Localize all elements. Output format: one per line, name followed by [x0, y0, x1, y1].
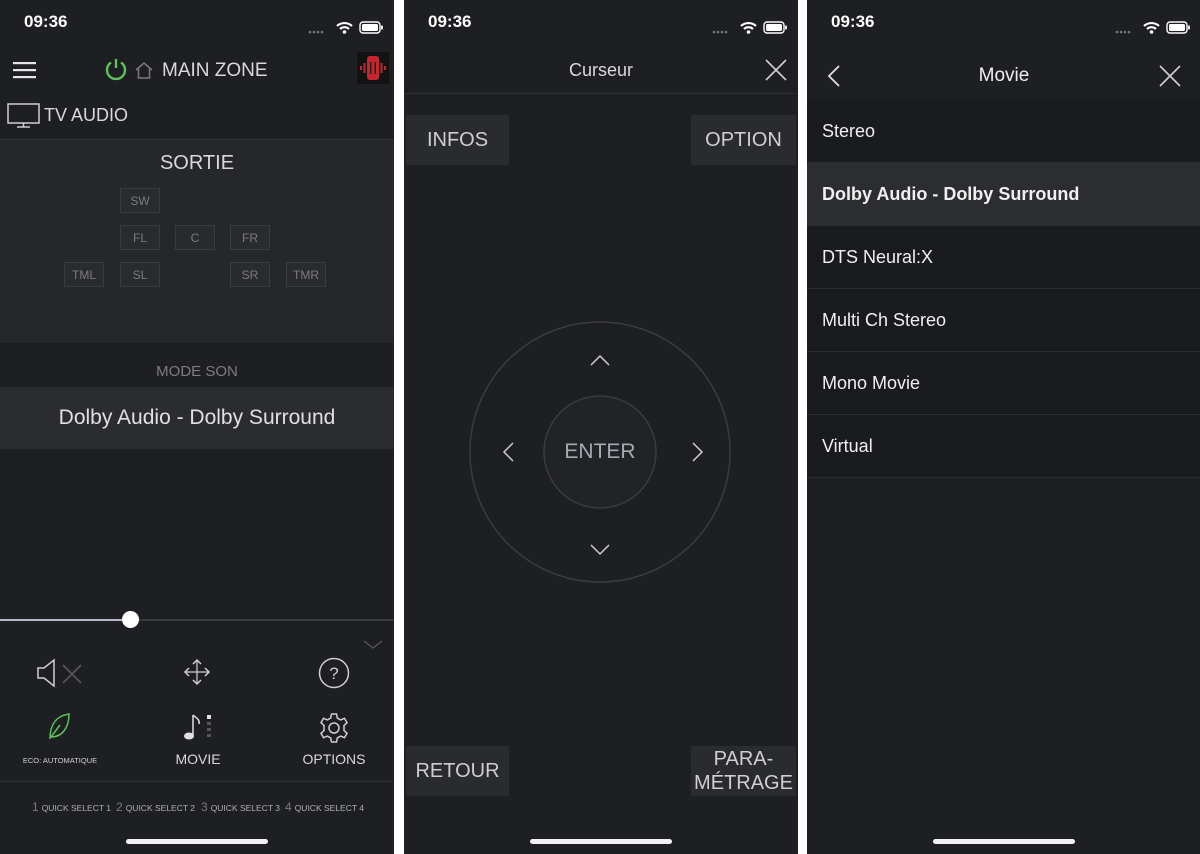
arrow-right-icon[interactable]	[692, 442, 704, 462]
output-panel: SORTIE SW FL C FR TML SL SR TMR	[0, 139, 394, 343]
status-icons	[712, 21, 787, 34]
volume-knob[interactable]	[122, 611, 140, 628]
quick-select-3[interactable]: 3 QUICK SELECT 3	[201, 800, 280, 814]
main-zone-screen: 09:36 MAIN ZONE TV AUDIO SORTIE SW FL C …	[0, 0, 394, 854]
enter-button[interactable]: ENTER	[544, 440, 656, 464]
close-icon[interactable]	[1159, 65, 1181, 87]
music-note-icon[interactable]	[181, 713, 215, 745]
quick-select-1[interactable]: 1 QUICK SELECT 1	[32, 800, 111, 814]
status-icons	[308, 21, 383, 34]
volume-fill	[0, 619, 131, 621]
options-label[interactable]: OPTIONS	[274, 751, 394, 767]
sound-mode-value[interactable]: Dolby Audio - Dolby Surround	[0, 387, 394, 449]
app-logo[interactable]	[357, 52, 389, 84]
speaker-sr: SR	[230, 262, 270, 287]
status-time: 09:36	[24, 12, 68, 31]
speaker-fl: FL	[120, 225, 160, 250]
screen-title: Curseur	[568, 60, 634, 80]
speaker-c: C	[175, 225, 215, 250]
movie-label[interactable]: MOVIE	[138, 751, 258, 767]
eco-label[interactable]: ECO: AUTOMATIQUE	[0, 756, 120, 765]
speaker-tmr: TMR	[286, 262, 326, 287]
retour-button[interactable]: RETOUR	[406, 746, 509, 796]
speaker-sl: SL	[120, 262, 160, 287]
list-item[interactable]: Multi Ch Stereo	[807, 289, 1200, 352]
speaker-tml: TML	[64, 262, 104, 287]
speaker-sw: SW	[120, 188, 160, 213]
home-indicator[interactable]	[933, 839, 1075, 844]
chevron-down-icon[interactable]	[363, 640, 383, 650]
arrow-left-icon[interactable]	[502, 442, 514, 462]
svg-text:?: ?	[329, 664, 338, 683]
movie-mode-screen: 09:36 Movie Stereo Dolby Audio - Dolby S…	[807, 0, 1200, 854]
list-item[interactable]: DTS Neural:X	[807, 226, 1200, 289]
home-indicator[interactable]	[530, 839, 672, 844]
mute-icon[interactable]	[36, 657, 86, 689]
sound-mode-list: Stereo Dolby Audio - Dolby Surround DTS …	[807, 100, 1200, 478]
list-item[interactable]: Mono Movie	[807, 352, 1200, 415]
menu-icon[interactable]	[13, 61, 36, 79]
quick-select-2[interactable]: 2 QUICK SELECT 2	[116, 800, 195, 814]
arrow-down-icon[interactable]	[590, 544, 610, 556]
sound-mode-header: MODE SON	[156, 363, 238, 380]
heos-logo-icon	[360, 56, 386, 80]
parametrage-button[interactable]: PARA- MÉTRAGE	[691, 746, 796, 796]
screen-title: Movie	[978, 65, 1030, 86]
close-icon[interactable]	[765, 59, 787, 81]
volume-slider[interactable]	[0, 611, 394, 628]
arrow-up-icon[interactable]	[590, 354, 610, 366]
status-time: 09:36	[831, 12, 875, 31]
help-icon[interactable]: ?	[318, 657, 350, 689]
divider	[404, 93, 798, 94]
cursor-screen: 09:36 Curseur INFOS OPTION ENTER RETOUR …	[404, 0, 798, 854]
source-label[interactable]: TV AUDIO	[44, 105, 128, 126]
zone-title[interactable]: MAIN ZONE	[162, 60, 268, 82]
output-header: SORTIE	[159, 152, 235, 174]
cursor-move-icon[interactable]	[183, 658, 211, 686]
home-indicator[interactable]	[126, 839, 268, 844]
list-item-selected[interactable]: Dolby Audio - Dolby Surround	[807, 163, 1200, 226]
gear-icon[interactable]	[318, 712, 350, 744]
quick-select-4[interactable]: 4 QUICK SELECT 4	[285, 800, 364, 814]
list-item[interactable]: Stereo	[807, 100, 1200, 163]
status-time: 09:36	[428, 12, 472, 31]
parametrage-line2: MÉTRAGE	[694, 772, 793, 794]
power-icon[interactable]	[104, 57, 128, 81]
home-icon[interactable]	[134, 61, 154, 79]
status-icons	[1115, 21, 1190, 34]
parametrage-line1: PARA-	[713, 748, 774, 770]
infos-button[interactable]: INFOS	[406, 115, 509, 165]
divider	[0, 781, 394, 782]
option-button[interactable]: OPTION	[691, 115, 796, 165]
tv-icon	[7, 103, 40, 128]
speaker-fr: FR	[230, 225, 270, 250]
list-item[interactable]: Virtual	[807, 415, 1200, 478]
eco-leaf-icon[interactable]	[46, 712, 72, 742]
